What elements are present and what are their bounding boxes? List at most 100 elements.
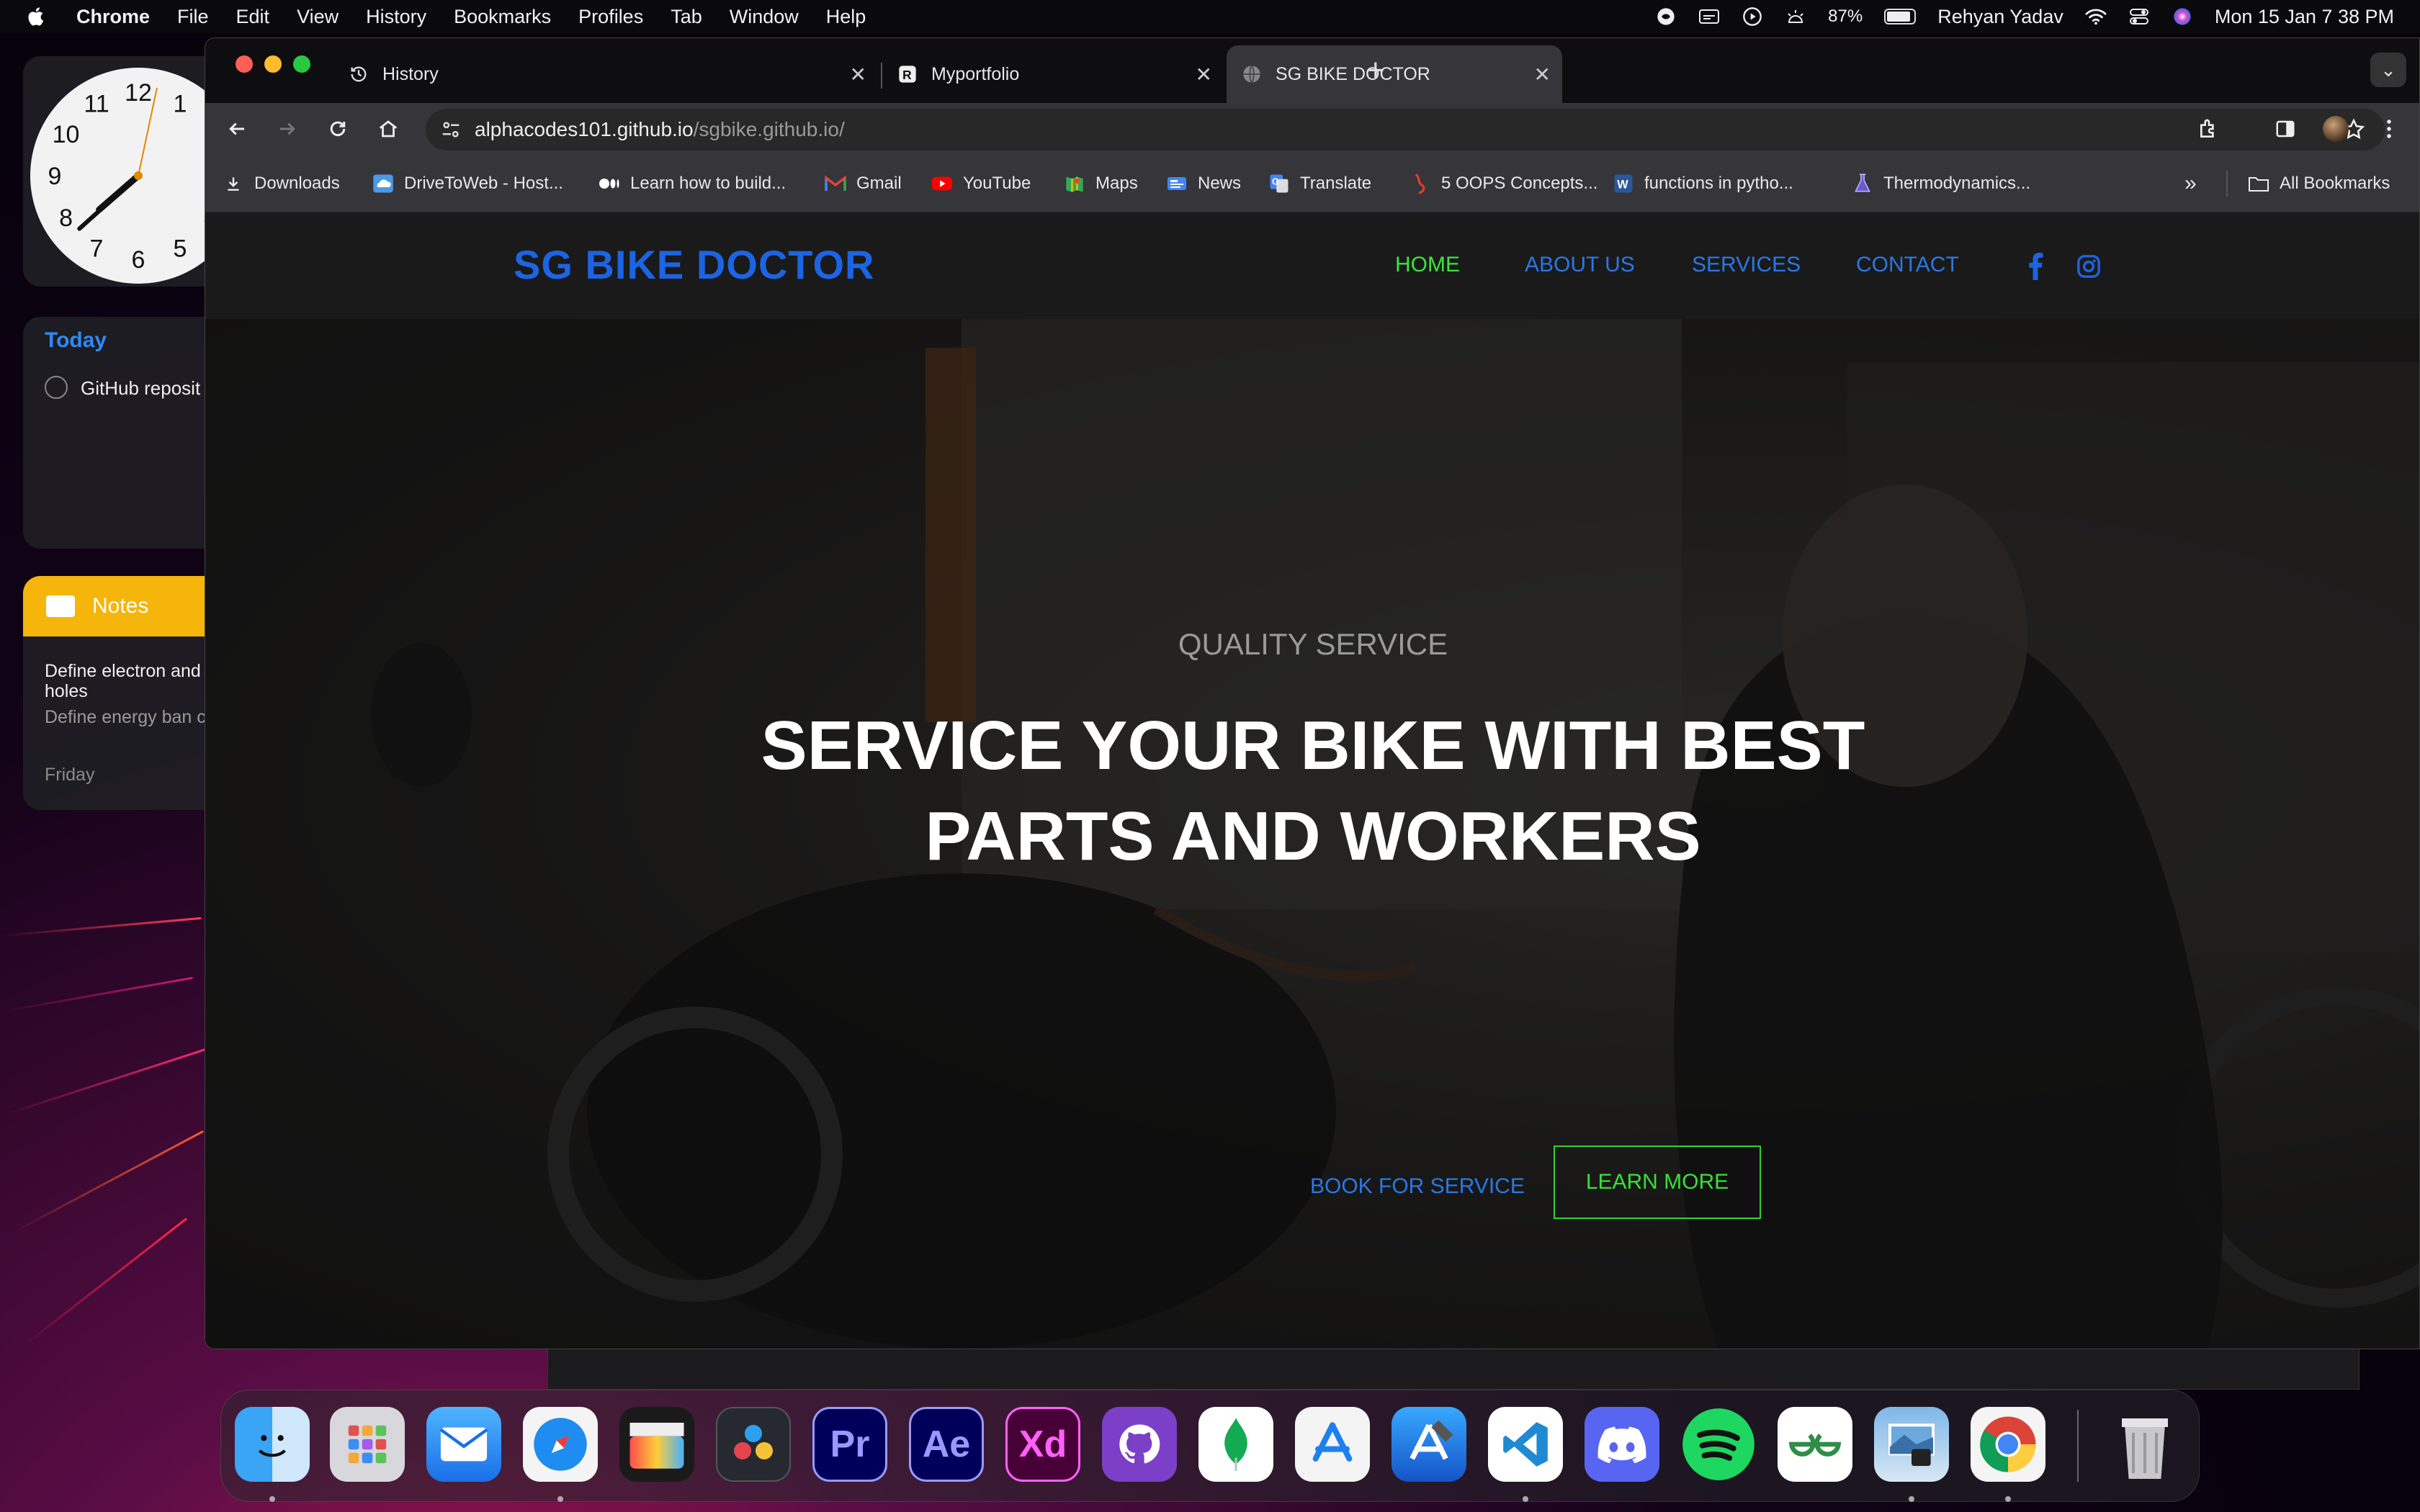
finder-icon[interactable] [235, 1407, 310, 1482]
tab-myportfolio[interactable]: R Myportfolio ✕ [882, 45, 1224, 103]
bookmark-label: YouTube [963, 174, 1031, 193]
forward-button[interactable] [272, 113, 303, 145]
play-icon[interactable] [1742, 6, 1763, 27]
reload-button[interactable] [322, 113, 354, 145]
adobe-xd-icon[interactable]: Xd [1005, 1407, 1080, 1482]
hero-headline: SERVICE YOUR BIKE WITH BEST PARTS AND WO… [205, 701, 2419, 882]
nav-home[interactable]: HOME [1395, 253, 1460, 277]
bookmark-youtube[interactable]: YouTube [931, 155, 1031, 212]
zoom-window-button[interactable] [293, 55, 310, 73]
menu-view[interactable]: View [297, 6, 339, 28]
web-page: SG BIKE DOCTOR HOME ABOUT US SERVICES CO… [205, 212, 2419, 1349]
vpn-icon[interactable] [1655, 6, 1677, 27]
minimize-window-button[interactable] [264, 55, 282, 73]
bookmark-functions[interactable]: Wfunctions in pytho... [1613, 155, 1793, 212]
site-logo[interactable]: SG BIKE DOCTOR [514, 241, 874, 288]
side-panel-icon[interactable] [2269, 113, 2301, 145]
preview-icon[interactable] [1874, 1407, 1949, 1482]
bookmark-news[interactable]: News [1166, 155, 1241, 212]
discord-icon[interactable] [1585, 1407, 1659, 1482]
caption-icon[interactable] [1698, 6, 1720, 27]
back-button[interactable] [221, 113, 253, 145]
close-tab-icon[interactable]: ✕ [1196, 63, 1212, 86]
more-menu-icon[interactable] [2373, 113, 2405, 145]
menu-file[interactable]: File [177, 6, 209, 28]
new-tab-button[interactable]: + [1366, 53, 1385, 89]
close-tab-icon[interactable]: ✕ [1534, 63, 1551, 86]
github-desktop-icon[interactable] [1102, 1407, 1177, 1482]
svg-text:W: W [1617, 178, 1628, 191]
bookmarks-overflow-button[interactable]: » [2184, 155, 2197, 212]
siri-icon[interactable] [2172, 6, 2193, 27]
menu-bookmarks[interactable]: Bookmarks [454, 6, 551, 28]
menu-help[interactable]: Help [826, 6, 866, 28]
home-button[interactable] [372, 113, 404, 145]
facebook-icon[interactable] [2027, 253, 2043, 284]
chrome-icon[interactable] [1971, 1407, 2045, 1482]
tab-search-button[interactable]: ⌄ [2370, 53, 2406, 87]
tab-sg-bike-doctor[interactable]: SG BIKE DOCTOR ✕ [1227, 45, 1562, 103]
nav-contact[interactable]: CONTACT [1856, 253, 1959, 277]
url-text[interactable]: alphacodes101.github.io/sgbike.github.io… [475, 118, 845, 141]
control-center-icon[interactable] [2128, 6, 2150, 27]
nav-about-us[interactable]: ABOUT US [1525, 253, 1635, 277]
bookmark-learn-how[interactable]: Learn how to build... [599, 155, 786, 212]
bookmark-icon [1410, 173, 1431, 194]
menu-tab[interactable]: Tab [671, 6, 702, 28]
bookmark-drivetoweb[interactable]: DriveToWeb - Host... [372, 155, 563, 212]
reminder-item[interactable]: GitHub reposit [81, 377, 200, 400]
menu-profiles[interactable]: Profiles [578, 6, 643, 28]
mongodb-compass-icon[interactable] [1198, 1407, 1273, 1482]
app-store-icon[interactable] [1295, 1407, 1370, 1482]
battery-icon[interactable] [1884, 9, 1917, 24]
extensions-icon[interactable] [2193, 113, 2225, 145]
final-cut-pro-icon[interactable] [619, 1407, 694, 1482]
menu-window[interactable]: Window [730, 6, 799, 28]
close-tab-icon[interactable]: ✕ [850, 63, 866, 86]
svg-text:G: G [1272, 176, 1279, 186]
bookmarks-bar: Downloads DriveToWeb - Host... Learn how… [205, 155, 2419, 212]
address-bar[interactable]: alphacodes101.github.io/sgbike.github.io… [426, 109, 2385, 150]
book-for-service-button[interactable]: BOOK FOR SERVICE [1310, 1174, 1525, 1199]
tab-title: Myportfolio [931, 63, 1020, 84]
clock-number: 11 [84, 91, 109, 118]
mail-icon[interactable] [426, 1407, 501, 1482]
nav-services[interactable]: SERVICES [1692, 253, 1801, 277]
close-window-button[interactable] [236, 55, 253, 73]
bookmark-gmail[interactable]: Gmail [825, 155, 902, 212]
brightness-icon[interactable] [1785, 6, 1806, 27]
wifi-icon[interactable] [2085, 6, 2107, 27]
all-bookmarks-button[interactable]: All Bookmarks [2248, 155, 2390, 212]
browser-window: History ✕ R Myportfolio ✕ SG BIKE DOCTOR… [205, 37, 2420, 1349]
menu-edit[interactable]: Edit [236, 6, 270, 28]
menu-history[interactable]: History [366, 6, 426, 28]
learn-more-button[interactable]: LEARN MORE [1554, 1146, 1761, 1219]
url-path: /sgbike.github.io/ [693, 118, 845, 140]
spotify-icon[interactable] [1681, 1407, 1756, 1482]
bookmark-downloads[interactable]: Downloads [223, 155, 340, 212]
instagram-icon[interactable] [2076, 254, 2101, 282]
bookmark-translate[interactable]: G Translate [1268, 155, 1371, 212]
menu-app-name[interactable]: Chrome [76, 6, 150, 28]
medium-icon [599, 173, 620, 194]
tab-history[interactable]: History ✕ [333, 45, 878, 103]
safari-icon[interactable] [523, 1407, 598, 1482]
xcode-icon[interactable] [1392, 1407, 1466, 1482]
bookmark-thermodynamics[interactable]: Thermodynamics... [1852, 155, 2030, 212]
date-time[interactable]: Mon 15 Jan 7 38 PM [2215, 6, 2394, 28]
after-effects-icon[interactable]: Ae [909, 1407, 984, 1482]
bookmark-maps[interactable]: Maps [1064, 155, 1138, 212]
premiere-pro-icon[interactable]: Pr [812, 1407, 887, 1482]
profile-avatar[interactable] [2320, 113, 2352, 145]
davinci-resolve-icon[interactable] [716, 1407, 791, 1482]
trash-icon[interactable] [2107, 1407, 2182, 1482]
geeksforgeeks-icon[interactable] [1778, 1407, 1852, 1482]
site-info-icon[interactable] [440, 119, 462, 144]
user-name[interactable]: Rehyan Yadav [1937, 6, 2063, 28]
vscode-icon[interactable] [1488, 1407, 1563, 1482]
reminder-checkbox[interactable] [45, 376, 68, 399]
running-indicator [269, 1496, 275, 1502]
apple-icon[interactable] [26, 6, 48, 27]
launchpad-icon[interactable] [330, 1407, 405, 1482]
bookmark-oops[interactable]: 5 OOPS Concepts... [1410, 155, 1597, 212]
